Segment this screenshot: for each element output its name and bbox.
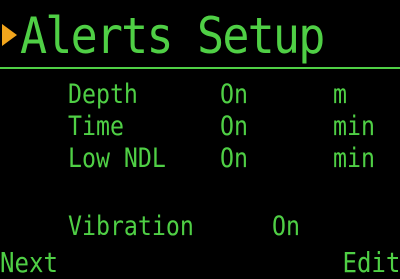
alert-unit: min: [333, 111, 375, 142]
edit-button[interactable]: Edit: [342, 248, 400, 278]
alert-unit: min: [333, 143, 375, 174]
alert-row-low-ndl[interactable]: Low NDL On min: [0, 144, 400, 174]
alert-unit: m: [333, 79, 347, 110]
alert-name: Time: [68, 111, 124, 142]
vibration-state: On: [272, 211, 300, 242]
page-title: Alerts Setup: [20, 7, 325, 65]
alert-state: On: [220, 79, 248, 110]
next-button[interactable]: Next: [0, 248, 58, 278]
alert-name: Low NDL: [68, 143, 166, 174]
alert-row-depth[interactable]: Depth On m: [0, 80, 400, 110]
selection-cursor-icon: [2, 24, 17, 46]
vibration-row[interactable]: Vibration On: [0, 212, 400, 242]
alert-row-time[interactable]: Time On min: [0, 112, 400, 142]
title-underline: [0, 67, 400, 69]
alert-state: On: [220, 111, 248, 142]
title-row: Alerts Setup: [0, 0, 400, 70]
vibration-label: Vibration: [68, 211, 194, 242]
alert-state: On: [220, 143, 248, 174]
alert-name: Depth: [68, 79, 138, 110]
